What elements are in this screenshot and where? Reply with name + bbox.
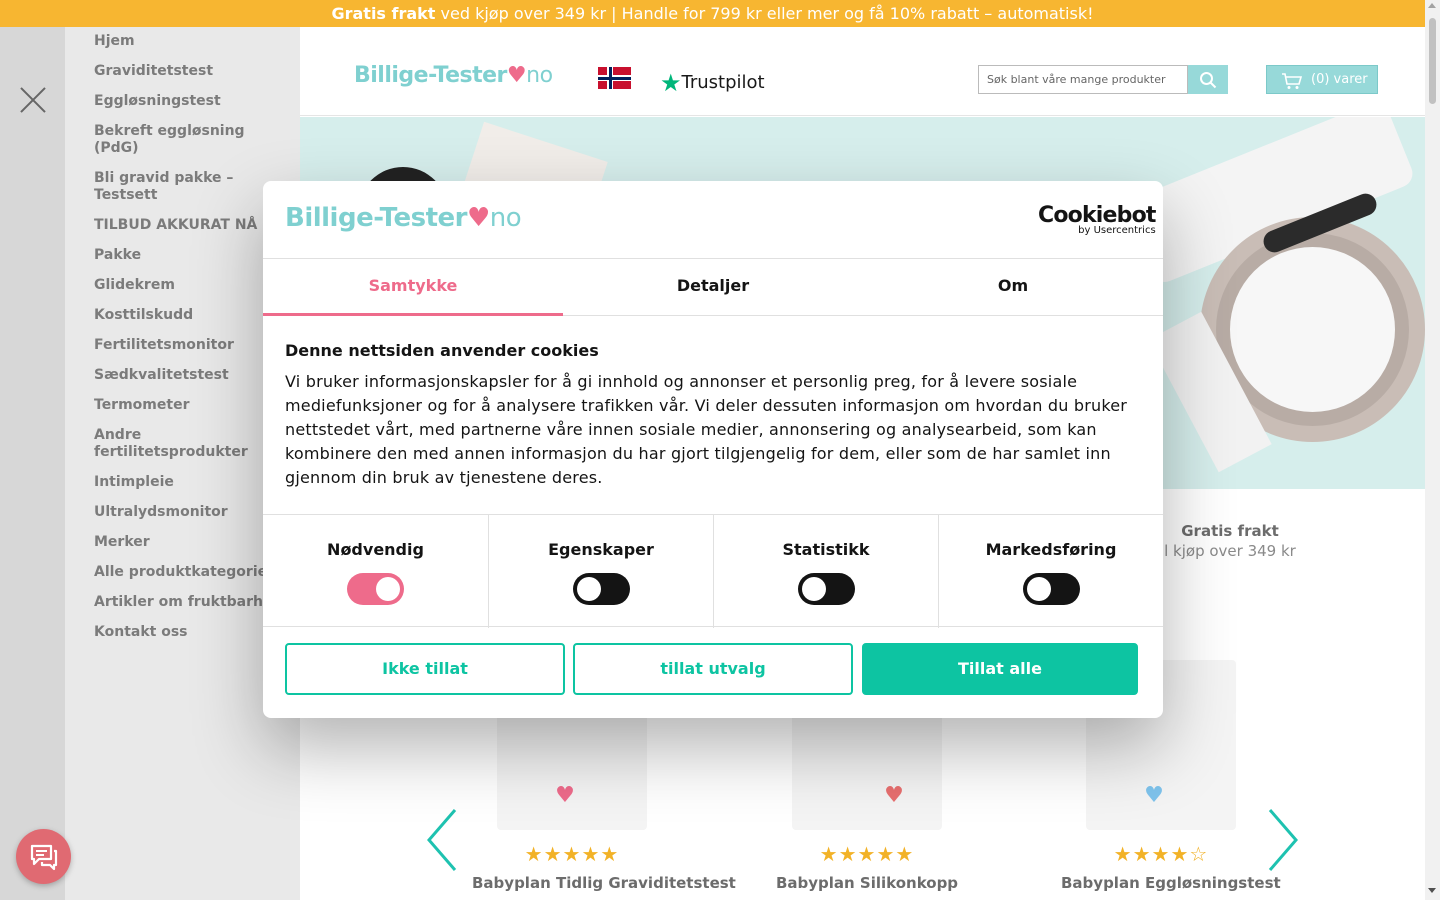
heart-icon: ♥ <box>466 203 490 233</box>
sidebar-item-other-fertility[interactable]: Andre fertilitetsprodukter <box>65 427 280 461</box>
menu-close-strip <box>0 27 65 900</box>
marketing-switch[interactable] <box>1022 573 1080 605</box>
sidebar-item-thermometer[interactable]: Termometer <box>65 397 280 414</box>
trustpilot-star-icon: ★ <box>660 69 682 97</box>
cookie-consent-dialog: Billige-Tester♥no Cookiebot by Usercentr… <box>263 181 1163 718</box>
chat-icon <box>30 844 58 871</box>
scrollbar-thumb[interactable] <box>1429 18 1436 104</box>
toggle-label: Nødvendig <box>327 540 424 559</box>
scrollbar[interactable] <box>1425 0 1440 900</box>
toggle-preferences: Egenskaper <box>488 515 713 628</box>
preferences-switch[interactable] <box>572 573 630 605</box>
norway-flag-icon[interactable] <box>598 67 631 89</box>
sidebar-item-articles[interactable]: Artikler om fruktbarhet <box>65 594 280 611</box>
cart-count: (0) varer <box>1311 72 1368 87</box>
product-name[interactable]: Babyplan Eggløsningstest <box>1061 874 1281 892</box>
heart-icon: ♥ <box>506 63 527 88</box>
sidebar-item-ultrasound[interactable]: Ultralydsmonitor <box>65 504 280 521</box>
sidebar-item-package[interactable]: Pakke <box>65 247 280 264</box>
rating-stars: ★★★★★ <box>524 842 620 866</box>
product-name[interactable]: Babyplan Silikonkopp <box>767 874 967 892</box>
sidebar-item-pregnancy-test[interactable]: Graviditetstest <box>65 63 280 80</box>
sidebar-item-offers[interactable]: TILBUD AKKURAT NÅ <box>65 217 280 234</box>
cookie-toggles: Nødvendig Egenskaper Statistikk Markedsf… <box>263 514 1163 628</box>
sidebar-item-intimate-care[interactable]: Intimpleie <box>65 474 280 491</box>
sidebar-item-supplements[interactable]: Kosttilskudd <box>65 307 280 324</box>
necessary-switch[interactable] <box>347 573 404 605</box>
promo-text: ved kjøp over 349 kr | Handle for 799 kr… <box>435 4 1094 23</box>
site-header: Billige-Tester♥no ★Trustpilot Søk blant … <box>300 27 1425 116</box>
search-button[interactable] <box>1188 65 1228 94</box>
toggle-statistics: Statistikk <box>713 515 938 628</box>
cookiebot-logo[interactable]: Cookiebot by Usercentrics <box>1038 203 1156 236</box>
tab-details[interactable]: Detaljer <box>563 259 863 316</box>
statistics-switch[interactable] <box>797 573 855 605</box>
rating-stars: ★★★★★ <box>819 842 915 866</box>
scroll-down-icon[interactable] <box>1428 888 1436 893</box>
sidebar-item-home[interactable]: Hjem <box>65 33 280 50</box>
sidebar-item-all-categories[interactable]: Alle produktkategorier <box>65 564 280 581</box>
sidebar-item-sperm-test[interactable]: Sædkvalitetstest <box>65 367 280 384</box>
sidebar-item-confirm-ovulation[interactable]: Bekreft eggløsning (PdG) <box>65 123 280 157</box>
sidebar-item-ovulation-test[interactable]: Eggløsningstest <box>65 93 280 110</box>
search-input[interactable]: Søk blant våre mange produkter <box>978 65 1188 94</box>
chat-button[interactable] <box>16 829 71 884</box>
site-logo[interactable]: Billige-Tester♥no <box>354 63 553 88</box>
heart-icon: ♥ <box>1144 783 1164 808</box>
cookie-site-logo: Billige-Tester♥no <box>285 203 522 233</box>
tab-about[interactable]: Om <box>863 259 1163 316</box>
allow-all-button[interactable]: Tillat alle <box>862 643 1138 695</box>
sidebar-item-pregnancy-kit[interactable]: Bli gravid pakke – Testsett <box>65 170 280 204</box>
carousel-prev-icon[interactable] <box>427 808 457 872</box>
cart-button[interactable]: (0) varer <box>1266 65 1378 94</box>
logo-text: Billige-Tester <box>354 63 507 88</box>
promo-bold: Gratis frakt <box>331 4 436 23</box>
toggle-label: Statistikk <box>782 540 870 559</box>
toggle-marketing: Markedsføring <box>938 515 1163 628</box>
usp-free-shipping: Gratis frakt l kjøp over 349 kr <box>1150 522 1310 560</box>
promo-banner: Gratis frakt ved kjøp over 349 kr | Hand… <box>0 0 1425 27</box>
sidebar-item-lubricant[interactable]: Glidekrem <box>65 277 280 294</box>
product-name[interactable]: Babyplan Tidlig Graviditetstest <box>472 874 736 892</box>
heart-icon: ♥ <box>884 783 904 808</box>
usp-title: Gratis frakt <box>1181 522 1279 540</box>
carousel-next-icon[interactable] <box>1268 808 1298 872</box>
cycle-wheel-inner <box>1230 247 1395 412</box>
logo-tld: no <box>526 63 553 88</box>
scroll-up-icon[interactable] <box>1428 3 1436 8</box>
cookie-title: Denne nettsiden anvender cookies <box>285 341 599 360</box>
search-icon <box>1200 72 1217 89</box>
sidebar-item-fertility-monitor[interactable]: Fertilitetsmonitor <box>65 337 280 354</box>
toggle-label: Egenskaper <box>548 540 654 559</box>
rating-stars: ★★★★☆ <box>1113 842 1209 866</box>
cookie-logo-tld: no <box>489 203 522 233</box>
toggle-label: Markedsføring <box>985 540 1117 559</box>
usp-subtitle: l kjøp over 349 kr <box>1164 542 1296 560</box>
toggle-necessary: Nødvendig <box>263 515 488 628</box>
cookie-tabs: Samtykke Detaljer Om <box>263 259 1163 316</box>
trustpilot-text: Trustpilot <box>681 72 765 93</box>
heart-icon: ♥ <box>555 783 575 808</box>
close-icon[interactable] <box>20 87 46 113</box>
tab-consent[interactable]: Samtykke <box>263 259 563 316</box>
cart-icon <box>1282 73 1303 89</box>
sidebar-item-contact[interactable]: Kontakt oss <box>65 624 280 641</box>
sidebar-item-brands[interactable]: Merker <box>65 534 280 551</box>
allow-selection-button[interactable]: tillat utvalg <box>573 643 853 695</box>
trustpilot-logo[interactable]: ★Trustpilot <box>660 69 765 97</box>
cookie-description: Vi bruker informasjonskapsler for å gi i… <box>285 372 1128 487</box>
deny-button[interactable]: Ikke tillat <box>285 643 565 695</box>
cookie-logo-text: Billige-Tester <box>285 203 467 233</box>
